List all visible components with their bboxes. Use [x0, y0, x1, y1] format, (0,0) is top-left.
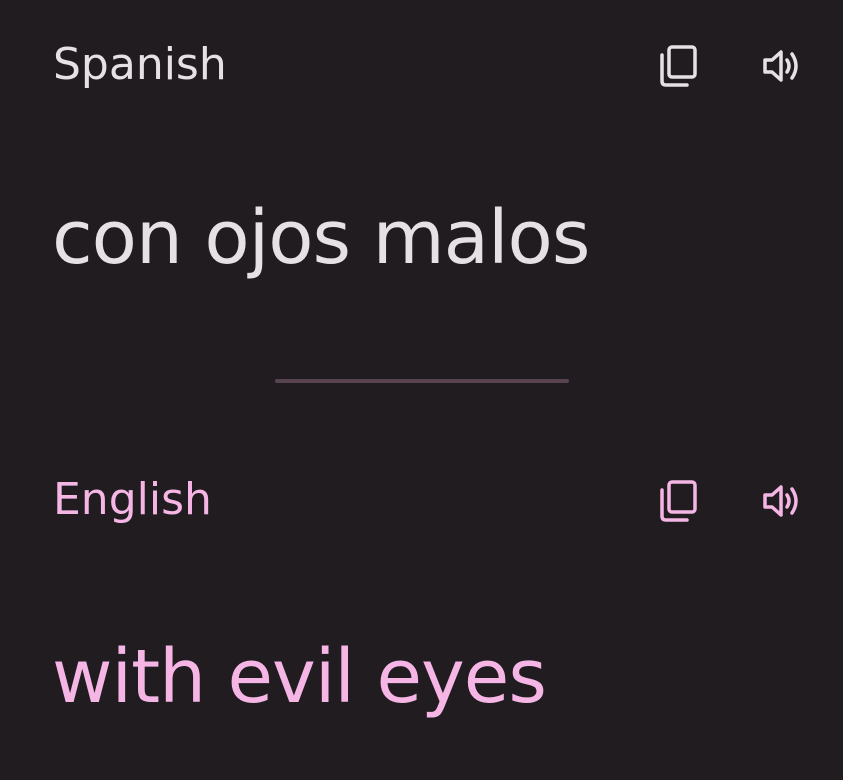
target-language-label: English: [53, 474, 212, 525]
copy-icon: [658, 479, 698, 523]
section-divider: [275, 379, 569, 383]
target-copy-button[interactable]: [650, 473, 706, 529]
source-language-label: Spanish: [53, 39, 227, 90]
translation-screen: Spanish con ojos malos English with evil…: [0, 0, 843, 780]
source-copy-button[interactable]: [650, 38, 706, 94]
target-text[interactable]: with evil eyes: [52, 640, 547, 714]
speaker-icon: [762, 484, 802, 518]
source-listen-button[interactable]: [754, 38, 810, 94]
source-text[interactable]: con ojos malos: [52, 201, 590, 275]
speaker-icon: [762, 49, 802, 83]
copy-icon: [658, 44, 698, 88]
target-listen-button[interactable]: [754, 473, 810, 529]
